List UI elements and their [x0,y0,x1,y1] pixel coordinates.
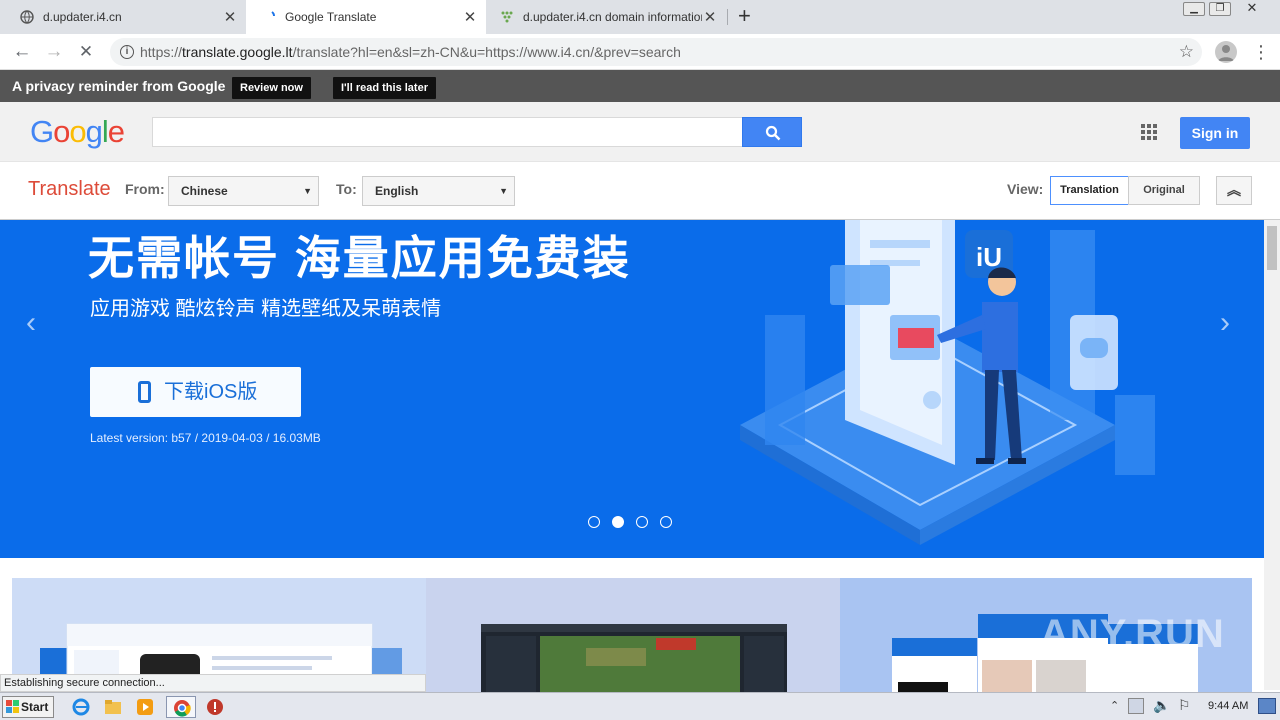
card-screenshot-game [481,624,787,692]
hero-banner: 无需帐号 海量应用免费装 应用游戏 酷炫铃声 精选壁纸及呆萌表情 下载iOS版 … [0,220,1264,558]
slide-dot-active[interactable] [612,516,624,528]
sign-in-button[interactable]: Sign in [1180,117,1250,149]
logo-letter: G [30,114,54,149]
tab-title: Google Translate [285,10,377,24]
download-ios-button[interactable]: 下载iOS版 [90,367,301,417]
slide-dot[interactable] [636,516,648,528]
info-icon[interactable]: i [120,45,134,59]
translate-bar: Translate From: Chinese ▼ To: English ▼ … [0,162,1280,220]
tab-updater[interactable]: d.updater.i4.cn ✕ [0,0,246,34]
banner-illustration: iU [740,220,1155,545]
logo-letter: o [53,114,70,149]
slide-dot[interactable] [588,516,600,528]
scrollbar-thumb[interactable] [1267,226,1277,270]
site-favicon-icon [500,10,514,24]
svg-text:iU: iU [976,242,1002,272]
dropdown-arrow-icon: ▼ [499,186,508,196]
banner-headline: 无需帐号 海量应用免费装 [88,232,631,284]
google-header: Google Sign in [0,102,1280,162]
tab-strip: d.updater.i4.cn ✕ Google Translate ✕ d.u… [0,0,1280,34]
phone-icon [138,381,151,403]
tab-google-translate[interactable]: Google Translate ✕ [246,0,486,34]
download-ios-label: 下载iOS版 [164,381,258,403]
to-language-select[interactable]: English ▼ [362,176,515,206]
to-language-value: English [375,184,419,198]
search-input[interactable] [152,117,743,147]
back-icon[interactable]: ← [10,40,34,64]
vertical-scrollbar[interactable] [1264,220,1280,690]
volume-icon[interactable]: 🔈 [1153,697,1170,714]
menu-kebab-icon[interactable]: ⋮ [1252,40,1270,64]
logo-letter: o [69,114,86,149]
tab-domain-info[interactable]: d.updater.i4.cn domain information - ✕ [486,0,726,34]
slide-dot[interactable] [660,516,672,528]
review-now-button[interactable]: Review now [232,77,311,99]
clock: 9:44 AM [1208,700,1249,712]
google-logo[interactable]: Google [30,114,125,150]
status-bubble: Establishing secure connection... [0,674,426,692]
tab-title: d.updater.i4.cn [43,10,122,24]
tab-separator [727,9,728,25]
windows-taskbar: Start ⌃ 🔈 ⚐ 9:44 AM [0,692,1280,720]
logo-letter: g [85,114,103,149]
search-icon [765,125,781,141]
show-desktop-icon[interactable] [1258,698,1276,714]
version-info: Latest version: b57 / 2019-04-03 / 16.03… [90,431,321,445]
translate-title: Translate [28,178,111,200]
next-slide-icon[interactable]: › [1220,306,1230,340]
view-original-button[interactable]: Original [1128,176,1200,205]
chrome-taskbar-button[interactable] [166,696,196,718]
tray-expand-icon[interactable]: ⌃ [1110,699,1119,712]
url-path: /translate?hl=en&sl=zh-CN&u=https://www.… [292,44,681,60]
close-tab-icon[interactable]: ✕ [702,8,718,26]
start-button[interactable]: Start [2,696,54,718]
minimize-button[interactable]: ▁ [1183,2,1205,16]
ie-icon[interactable] [70,696,92,718]
media-player-icon[interactable] [134,696,156,718]
dropdown-arrow-icon: ▼ [303,186,312,196]
windows-logo-icon [6,700,19,713]
browser-toolbar: ← → ✕ i https://translate.google.lt/tran… [0,34,1280,70]
privacy-reminder-bar: A privacy reminder from Google Review no… [0,70,1280,102]
loading-icon [268,10,276,24]
to-label: To: [336,181,357,197]
collapse-chevron-icon[interactable]: ︽ [1216,176,1252,205]
folder-icon[interactable] [102,696,124,718]
close-tab-icon[interactable]: ✕ [462,8,478,26]
close-tab-icon[interactable]: ✕ [222,8,238,26]
from-label: From: [125,181,165,197]
close-window-button[interactable]: ✕ [1235,1,1269,16]
profile-avatar-icon[interactable] [1215,41,1237,63]
flag-icon[interactable]: ⚐ [1178,697,1191,714]
view-translation-button[interactable]: Translation [1050,176,1129,205]
address-bar[interactable]: i https://translate.google.lt/translate?… [110,38,1202,66]
from-language-value: Chinese [181,184,228,198]
search-button[interactable] [742,117,802,147]
banner-subline: 应用游戏 酷炫铃声 精选壁纸及呆萌表情 [90,298,442,320]
read-later-button[interactable]: I'll read this later [333,77,436,99]
start-label: Start [21,700,49,714]
stop-sign-icon[interactable] [204,696,226,718]
bookmark-star-icon[interactable]: ☆ [1179,38,1194,66]
restore-button[interactable]: ❐ [1209,2,1231,16]
url-host: translate.google.lt [182,44,293,60]
tab-title: d.updater.i4.cn domain information - [523,10,702,24]
feature-card[interactable] [426,578,840,692]
logo-letter: e [107,114,125,149]
new-tab-button[interactable]: + [738,4,751,28]
prev-slide-icon[interactable]: ‹ [26,306,36,340]
apps-grid-icon[interactable] [1141,124,1157,140]
network-icon[interactable] [1128,698,1144,714]
privacy-text: A privacy reminder from Google [12,78,226,94]
stop-icon[interactable]: ✕ [74,40,98,64]
forward-icon[interactable]: → [42,40,66,64]
from-language-select[interactable]: Chinese ▼ [168,176,319,206]
url-scheme: https:// [140,44,183,60]
watermark: ANY.RUN [1040,612,1225,656]
globe-icon [20,10,34,24]
chrome-icon [174,700,191,717]
view-label: View: [1007,181,1044,197]
